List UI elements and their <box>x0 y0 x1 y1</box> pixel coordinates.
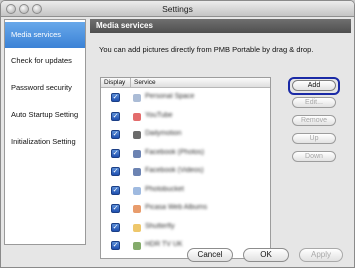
service-row[interactable]: ✓ Personal Space <box>101 90 270 106</box>
service-list: Display Service ✓ Personal Space ✓ YouTube ✓… <box>100 77 271 259</box>
footer-bar: Cancel OK Apply <box>1 245 354 267</box>
service-row[interactable]: ✓ Shutterfly <box>101 220 270 236</box>
up-button[interactable]: Up <box>292 133 336 144</box>
column-display[interactable]: Display <box>104 78 125 88</box>
service-label: Facebook (Photos) <box>145 148 205 156</box>
service-label: Shutterfly <box>145 222 175 230</box>
sidebar-item-initialization[interactable]: Initialization Setting <box>5 129 85 155</box>
service-label: Personal Space <box>145 93 195 100</box>
ok-button[interactable]: OK <box>243 248 289 262</box>
service-label: YouTube <box>145 111 173 119</box>
service-row[interactable]: ✓ Photobucket <box>101 183 270 199</box>
window-title: Settings <box>162 4 193 14</box>
display-checkbox[interactable]: ✓ <box>111 222 120 232</box>
service-row[interactable]: ✓ YouTube <box>101 109 270 125</box>
down-button[interactable]: Down <box>292 151 336 162</box>
service-icon <box>133 186 141 195</box>
display-checkbox[interactable]: ✓ <box>111 93 120 102</box>
main-panel: Media services You can add pictures dire… <box>90 19 351 259</box>
panel-header: Media services <box>90 19 351 33</box>
edit-button[interactable]: Edit... <box>292 97 336 108</box>
service-icon <box>133 205 141 213</box>
service-row[interactable]: ✓ Dailymotion <box>101 127 270 143</box>
service-icon <box>133 112 141 121</box>
sidebar-item-media-services[interactable]: Media services <box>5 22 85 48</box>
sidebar-item-check-updates[interactable]: Check for updates <box>5 48 85 74</box>
service-row[interactable]: ✓ Facebook (Videos) <box>101 164 270 180</box>
column-service[interactable]: Service <box>134 78 156 88</box>
service-icon <box>133 223 141 232</box>
settings-sidebar: Media services Check for updates Passwor… <box>4 19 86 245</box>
apply-button[interactable]: Apply <box>299 248 343 262</box>
remove-button[interactable]: Remove <box>292 115 336 126</box>
display-checkbox[interactable]: ✓ <box>111 167 120 176</box>
service-label: Dailymotion <box>145 130 182 137</box>
add-button[interactable]: Add <box>292 80 336 91</box>
title-bar: Settings <box>1 1 354 17</box>
settings-window: Settings Media services Check for update… <box>0 0 355 268</box>
service-icon <box>133 94 141 102</box>
service-label: Photobucket <box>145 185 184 193</box>
list-header: Display Service <box>101 78 270 88</box>
display-checkbox[interactable]: ✓ <box>111 130 120 139</box>
service-icon <box>133 168 141 176</box>
service-icon <box>133 131 141 139</box>
display-checkbox[interactable]: ✓ <box>111 185 120 195</box>
service-row[interactable]: ✓ Picasa Web Albums <box>101 201 270 217</box>
column-divider <box>130 78 131 88</box>
display-checkbox[interactable]: ✓ <box>111 204 120 213</box>
service-label: Picasa Web Albums <box>145 204 208 211</box>
service-icon <box>133 149 141 158</box>
sidebar-item-password-security[interactable]: Password security <box>5 75 85 101</box>
sidebar-item-auto-startup[interactable]: Auto Startup Setting <box>5 102 85 128</box>
service-label: Facebook (Videos) <box>145 167 204 174</box>
panel-description: You can add pictures directly from PMB P… <box>99 45 314 54</box>
display-checkbox[interactable]: ✓ <box>111 111 120 121</box>
display-checkbox[interactable]: ✓ <box>111 148 120 158</box>
service-row[interactable]: ✓ Facebook (Photos) <box>101 146 270 162</box>
cancel-button[interactable]: Cancel <box>187 248 233 262</box>
